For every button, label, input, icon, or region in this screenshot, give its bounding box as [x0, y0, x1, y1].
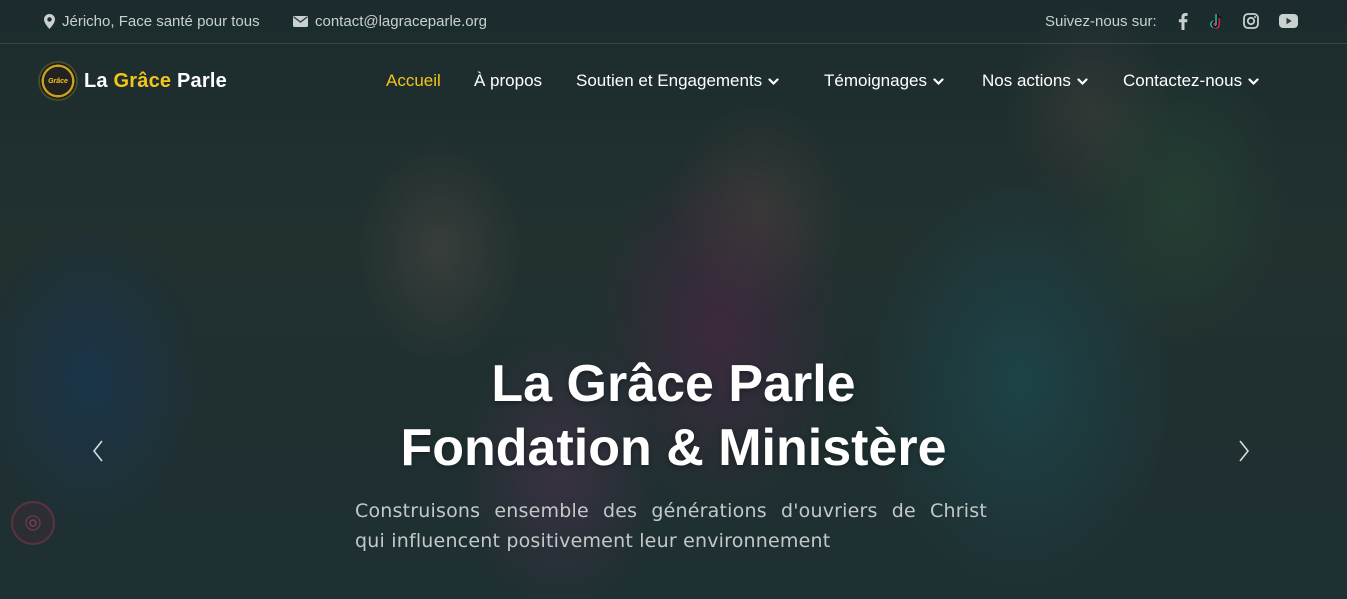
nav-item-actions[interactable]: Nos actions	[982, 71, 1088, 91]
hero-headline: La Grâce Parle Fondation & Ministère	[0, 352, 1347, 480]
chevron-down-icon	[768, 78, 779, 86]
chevron-down-icon	[1077, 78, 1088, 86]
main-navbar: Grâce La Grâce Parle Accueil À propos So…	[0, 45, 1347, 117]
hero-title-line2: Fondation & Ministère	[400, 419, 947, 477]
instagram-icon[interactable]	[1241, 11, 1261, 31]
facebook-icon[interactable]	[1173, 11, 1193, 31]
location-text: Jéricho, Face santé pour tous	[62, 13, 260, 30]
nav-item-home[interactable]: Accueil	[386, 71, 441, 91]
email-info[interactable]: contact@lagraceparle.org	[293, 13, 487, 30]
nav-item-contact[interactable]: Contactez-nous	[1123, 71, 1259, 91]
youtube-icon[interactable]	[1278, 11, 1298, 31]
nav-item-testimonies[interactable]: Témoignages	[824, 71, 944, 91]
nav-item-about[interactable]: À propos	[474, 71, 542, 91]
logo-text: La Grâce Parle	[84, 69, 227, 92]
sound-wave-icon	[25, 515, 41, 531]
email-link[interactable]: contact@lagraceparle.org	[315, 13, 487, 30]
tiktok-icon[interactable]	[1206, 11, 1226, 31]
map-pin-icon	[44, 14, 55, 29]
site-logo[interactable]: Grâce La Grâce Parle	[40, 63, 227, 99]
hero-subtitle: Construisons ensemble des générations d'…	[355, 496, 987, 556]
social-label: Suivez-nous sur:	[1045, 13, 1157, 30]
logo-badge: Grâce	[40, 63, 76, 99]
location-info: Jéricho, Face santé pour tous	[44, 13, 260, 30]
hero-title-line1: La Grâce Parle	[491, 355, 856, 413]
chevron-down-icon	[933, 78, 944, 86]
envelope-icon	[293, 16, 308, 27]
hero-subtitle-line1: Construisons ensemble des générations d'…	[355, 500, 987, 522]
chevron-down-icon	[1248, 78, 1259, 86]
floating-audio-widget[interactable]	[11, 501, 55, 545]
nav-item-support[interactable]: Soutien et Engagements	[576, 71, 779, 91]
top-bar: Jéricho, Face santé pour tous contact@la…	[0, 0, 1347, 44]
hero-subtitle-line2: qui influencent positivement leur enviro…	[355, 530, 831, 552]
